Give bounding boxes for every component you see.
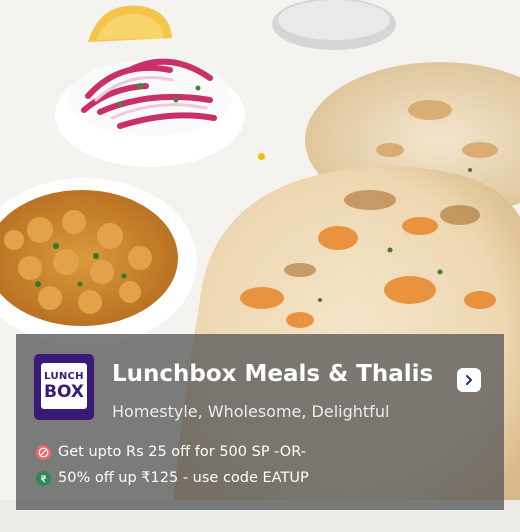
- restaurant-name[interactable]: Lunchbox Meals & Thalis: [112, 361, 433, 387]
- restaurant-logo: LUNCH BOX: [34, 354, 94, 420]
- carousel-indicator-dot[interactable]: [258, 153, 265, 160]
- offer-text: Get upto Rs 25 off for 500 SP -OR-: [58, 444, 306, 460]
- offer-text: 50% off up ₹125 - use code EATUP: [58, 470, 309, 486]
- restaurant-tagline: Homestyle, Wholesome, Delightful: [112, 402, 390, 421]
- logo-badge: LUNCH BOX: [41, 363, 87, 409]
- offer-row: Get upto Rs 25 off for 500 SP -OR-: [36, 444, 306, 460]
- chevron-right-icon: [466, 375, 472, 385]
- restaurant-card[interactable]: LUNCH BOX Lunchbox Meals & Thalis Homest…: [0, 0, 520, 532]
- rupee-discount-icon: [36, 470, 51, 486]
- restaurant-info-panel: LUNCH BOX Lunchbox Meals & Thalis Homest…: [16, 334, 504, 510]
- open-restaurant-button[interactable]: [457, 368, 481, 392]
- offer-percent-icon: [36, 444, 51, 460]
- offer-row: 50% off up ₹125 - use code EATUP: [36, 470, 309, 486]
- logo-text-line2: BOX: [44, 382, 84, 402]
